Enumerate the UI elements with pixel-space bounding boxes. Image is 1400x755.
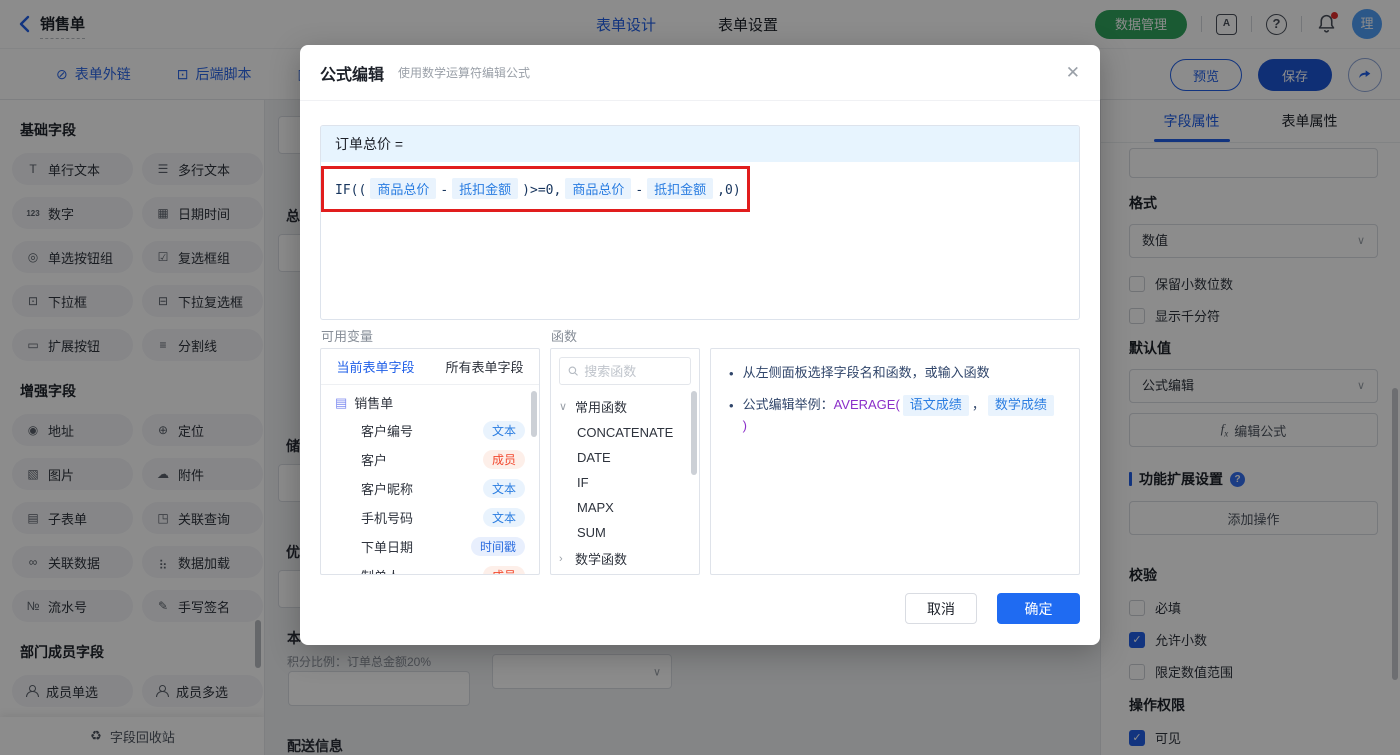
formula-input-area[interactable]: IF((商品总价 - 抵扣金额)>=0, 商品总价 - 抵扣金额 ,0)	[321, 162, 1079, 215]
function-search-input[interactable]	[584, 363, 682, 379]
variables-root-node[interactable]: ▤ 销售单	[321, 385, 539, 416]
formula-editor-modal: 公式编辑 使用数学运算符编辑公式 ✕ 订单总价 = IF((商品总价 - 抵扣金额)…	[300, 45, 1100, 645]
variable-row-手机号码[interactable]: 手机号码 文本	[321, 503, 539, 532]
help-line-1: • 从左侧面板选择字段名和函数，或输入函数	[729, 363, 1061, 385]
variable-row-客户[interactable]: 客户 成员	[321, 445, 539, 474]
search-icon	[568, 366, 578, 376]
variable-name: 客户昵称	[361, 482, 414, 497]
formula-field-chip[interactable]: 抵扣金额	[452, 178, 519, 199]
modal-header: 公式编辑 使用数学运算符编辑公式 ✕	[300, 45, 1100, 101]
variable-name: 客户编号	[361, 424, 414, 439]
function-group-常用函数[interactable]: ∨ 常用函数	[551, 393, 699, 420]
formula-editor-block: 订单总价 = IF((商品总价 - 抵扣金额)>=0, 商品总价 - 抵扣金额 ,0)	[320, 125, 1080, 320]
function-item-SUM[interactable]: SUM	[551, 520, 699, 545]
variable-type-tag: 成员	[482, 450, 525, 469]
variable-type-tag: 文本	[482, 421, 525, 440]
cancel-button[interactable]: 取消	[905, 593, 977, 624]
tab-current-form-fields[interactable]: 当前表单字段	[336, 357, 414, 376]
confirm-button[interactable]: 确定	[997, 593, 1080, 624]
variable-type-tag: 文本	[482, 479, 525, 498]
variable-name: 下单日期	[361, 540, 414, 555]
functions-panel: ∨ 常用函数 CONCATENATEDATEIFMAPXSUM › 数学函数 ›文本函数	[550, 348, 700, 575]
bullet-icon: •	[729, 397, 734, 413]
modal-footer: 取消 确定	[905, 593, 1080, 624]
variable-name: 客户	[361, 453, 388, 468]
formula-field-chip[interactable]: 商品总价	[565, 178, 632, 199]
document-icon: ▤	[335, 394, 348, 410]
variable-row-客户编号[interactable]: 客户编号 文本	[321, 416, 539, 445]
chevron-right-icon: ›	[559, 552, 563, 565]
variables-panel: 当前表单字段 所有表单字段 ▤ 销售单 客户编号 文本 客户 成员 客户昵称 文本 手机号码…	[320, 348, 540, 575]
functions-label: 函数	[551, 329, 578, 344]
formula-target-bar: 订单总价 =	[321, 126, 1079, 162]
function-item-MAPX[interactable]: MAPX	[551, 495, 699, 520]
function-item-CONCATENATE[interactable]: CONCATENATE	[551, 420, 699, 445]
function-item-DATE[interactable]: DATE	[551, 445, 699, 470]
variable-name: 手机号码	[361, 511, 414, 526]
modal-subtitle: 使用数学运算符编辑公式	[398, 66, 531, 80]
variables-label: 可用变量	[321, 329, 374, 344]
example-field-chip: 语文成绩	[902, 394, 969, 416]
formula-code: -	[440, 183, 449, 198]
variables-scrollbar[interactable]	[531, 391, 537, 437]
function-group-label: 常用函数	[575, 400, 628, 415]
formula-code: )>=0,	[522, 183, 562, 198]
function-group-文本函数[interactable]: ›文本函数	[551, 572, 699, 574]
variable-row-下单日期[interactable]: 下单日期 时间戳	[321, 532, 539, 561]
chevron-down-icon: ∨	[559, 401, 568, 413]
variable-name: 制单人	[361, 566, 400, 574]
formula-help-panel: • 从左侧面板选择字段名和函数，或输入函数 • 公式编辑举例：AVERAGE(语…	[710, 348, 1080, 575]
variables-tabs: 当前表单字段 所有表单字段	[321, 349, 539, 385]
help-line-2: • 公式编辑举例：AVERAGE(语文成绩，数学成绩)	[729, 394, 1061, 437]
variable-type-tag: 文本	[482, 508, 525, 527]
functions-scrollbar[interactable]	[691, 391, 697, 475]
example-function-name: AVERAGE(	[833, 396, 900, 412]
tab-all-form-fields[interactable]: 所有表单字段	[445, 357, 523, 376]
formula-field-chip[interactable]: 抵扣金额	[647, 178, 714, 199]
formula-field-chip[interactable]: 商品总价	[370, 178, 437, 199]
variable-row-客户昵称[interactable]: 客户昵称 文本	[321, 474, 539, 503]
example-field-chip: 数学成绩	[987, 394, 1054, 416]
function-group-label: 数学函数	[575, 552, 628, 567]
function-group-数学函数[interactable]: › 数学函数	[551, 545, 699, 572]
modal-title: 公式编辑	[320, 66, 385, 84]
app-window: 销售单 表单设计 表单设置 数据管理 A ? 理 ⊘表单外链⊡后端脚本▥数据权 …	[0, 0, 1400, 755]
function-search-box	[559, 357, 691, 385]
formula-code: IF((	[335, 183, 367, 198]
function-item-IF[interactable]: IF	[551, 470, 699, 495]
variable-row-制单人[interactable]: 制单人 成员	[321, 561, 539, 574]
formula-code: ,0)	[717, 183, 741, 198]
variable-type-tag: 时间戳	[470, 537, 525, 556]
variable-type-tag: 成员	[482, 566, 525, 574]
close-icon[interactable]: ✕	[1066, 64, 1080, 81]
formula-code: -	[635, 183, 644, 198]
bullet-icon: •	[729, 366, 734, 381]
